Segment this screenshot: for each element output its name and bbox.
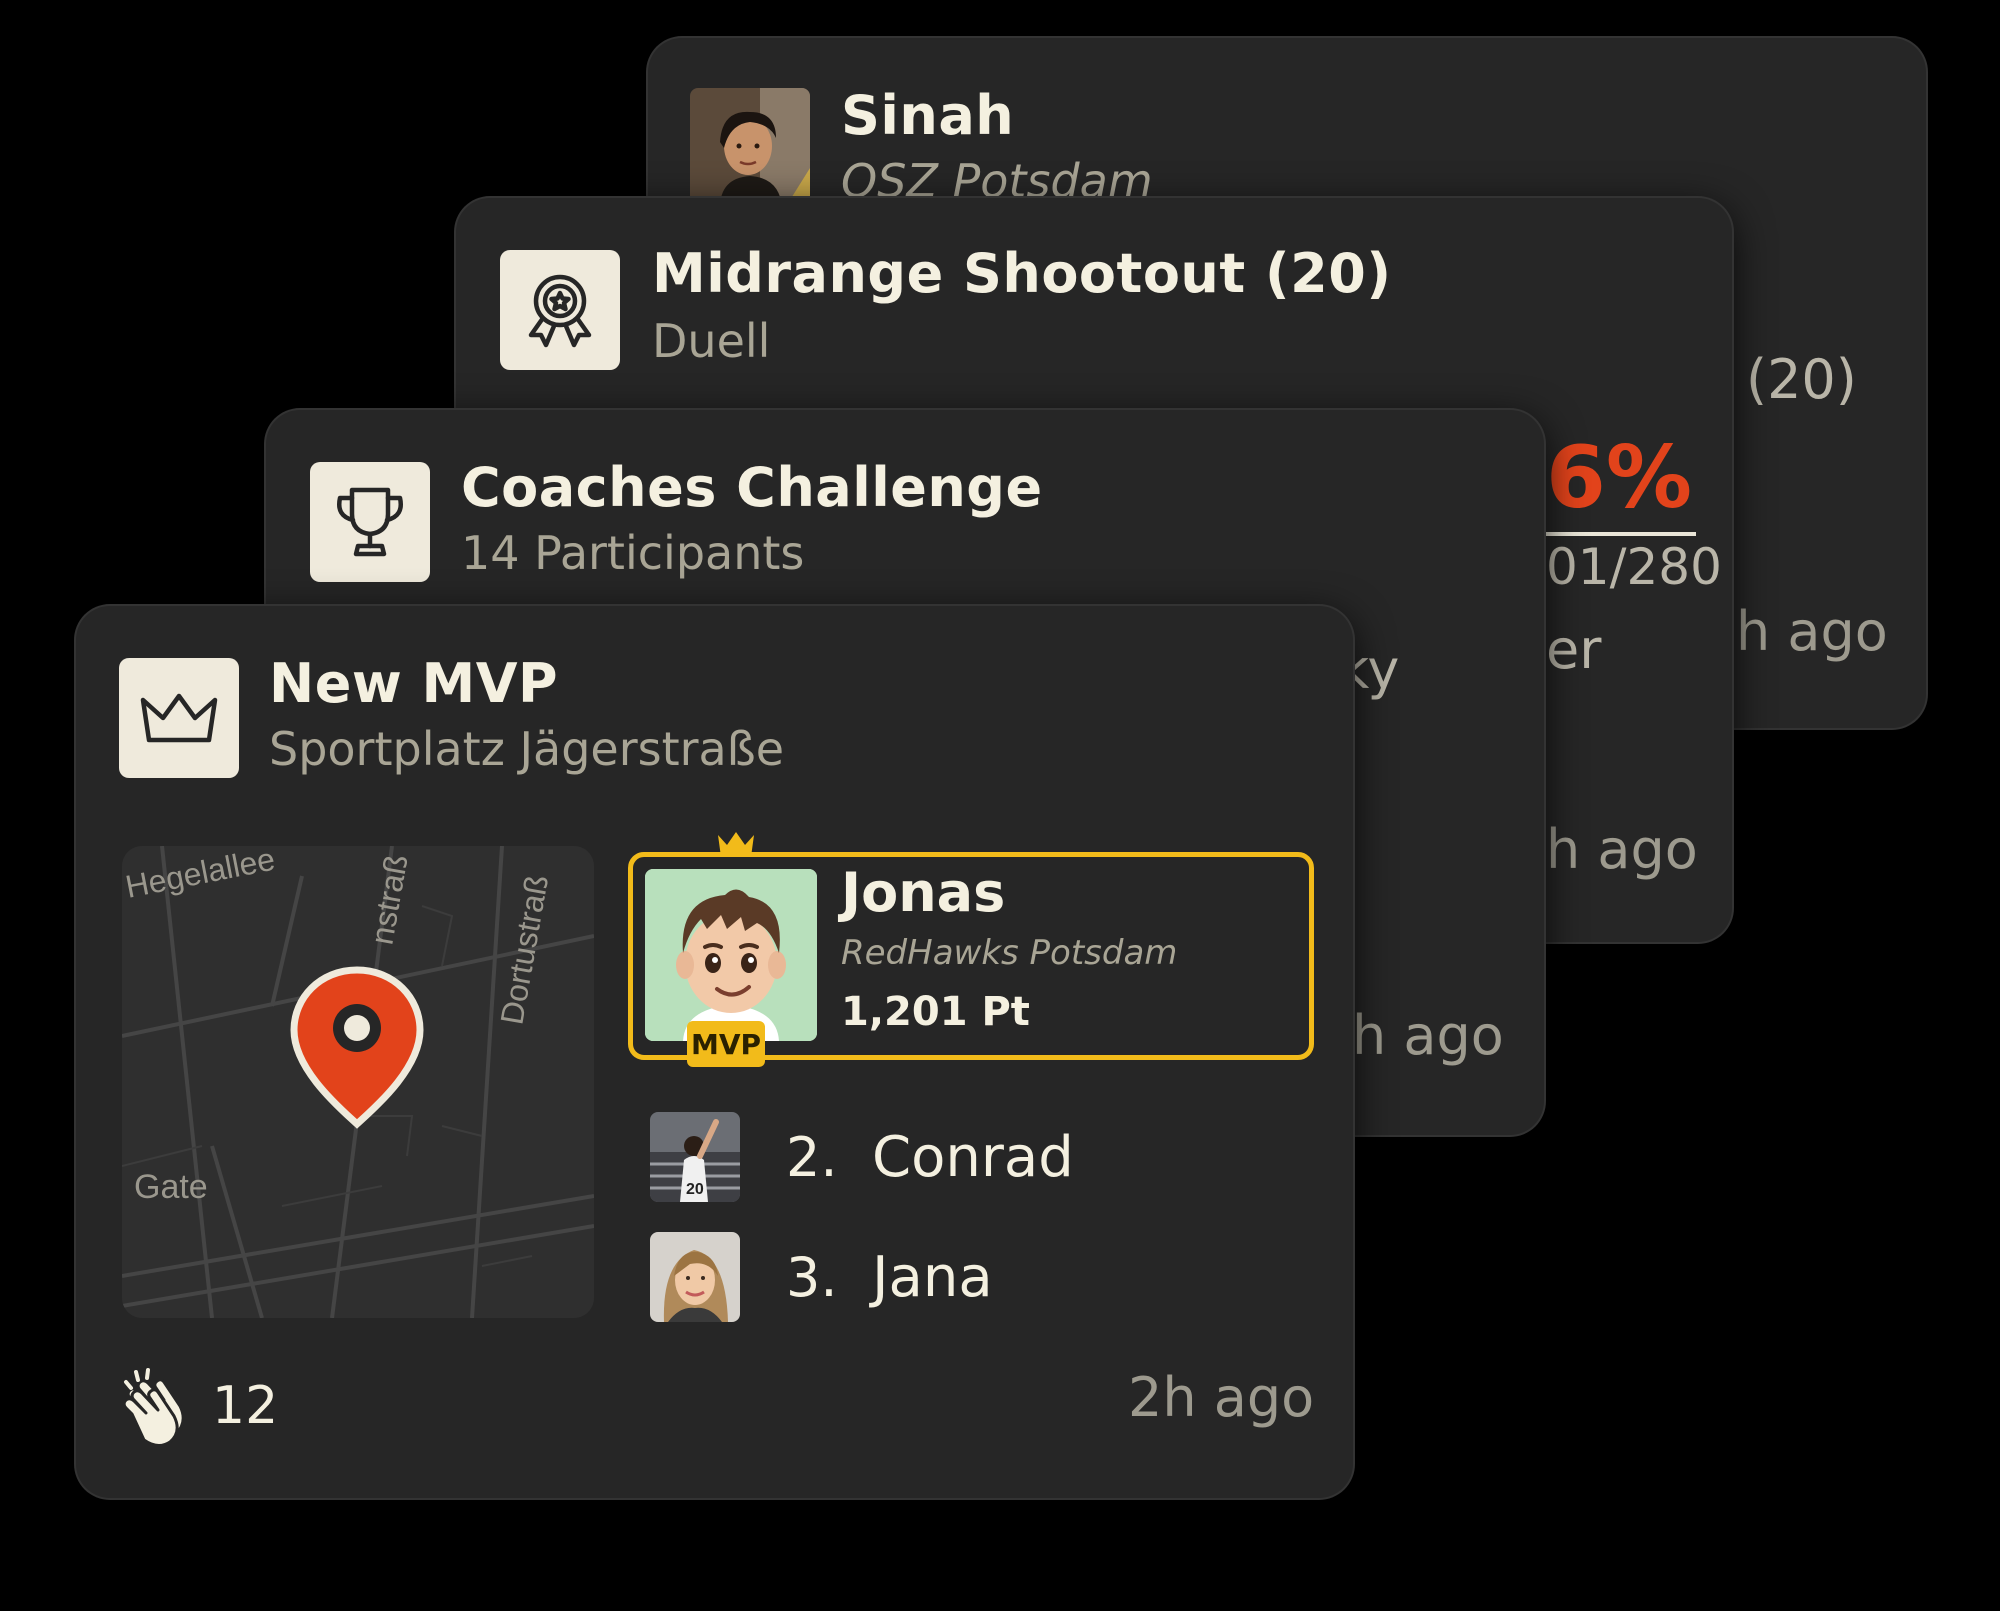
challenge-title: Coaches Challenge [461, 456, 1043, 519]
avatar: 20 [650, 1112, 740, 1202]
location-map[interactable]: Hegelallee nstraß Dortustraß Gate [122, 846, 594, 1318]
avatar [650, 1232, 740, 1322]
timestamp: h ago [1546, 818, 1698, 881]
trophy-icon [310, 462, 430, 582]
partial-text: er [1546, 618, 1602, 681]
ranking-row[interactable]: 3. Jana [650, 1232, 993, 1322]
partial-count-text: (20) [1746, 348, 1857, 411]
player-name: Sinah [841, 84, 1015, 147]
winner-team: RedHawks Potsdam [841, 933, 1178, 973]
winner-points: 1,201 Pt [841, 989, 1030, 1035]
location-name: Sportplatz Jägerstraße [269, 722, 785, 776]
player-name: Jana [872, 1244, 993, 1310]
challenge-title: Midrange Shootout (20) [652, 242, 1392, 305]
timestamp: h ago [1736, 600, 1888, 663]
timestamp: h ago [1352, 1004, 1504, 1067]
mvp-badge: MVP [687, 1021, 765, 1067]
card-title: New MVP [269, 652, 559, 715]
location-pin-icon [290, 966, 424, 1129]
mvp-crown-icon [718, 832, 754, 857]
mvp-winner-card[interactable]: MVP Jonas RedHawks Potsdam 1,201 Pt [628, 832, 1314, 1067]
winner-name: Jonas [841, 861, 1006, 924]
percent-value: 6% [1546, 428, 1693, 528]
feed-card-new-mvp[interactable]: New MVP Sportplatz Jägerstraße Hegelalle… [76, 606, 1353, 1498]
timestamp: 2h ago [1128, 1366, 1315, 1429]
award-ribbon-icon [500, 250, 620, 370]
player-name: Conrad [872, 1124, 1074, 1190]
claps-button[interactable]: 12 [118, 1366, 278, 1446]
clapping-hands-icon [122, 1368, 185, 1446]
percent-divider [1546, 532, 1696, 536]
participants-count: 14 Participants [461, 526, 805, 580]
crown-icon [119, 658, 239, 778]
player-photo-sinah [690, 88, 810, 208]
challenge-type: Duell [652, 314, 771, 368]
claps-count: 12 [212, 1376, 279, 1436]
svg-text:20: 20 [686, 1181, 704, 1198]
map-street-label: Gate [134, 1168, 208, 1206]
ranking-row[interactable]: 20 2. Conrad [650, 1112, 1074, 1202]
ratio-text: 01/280 [1546, 538, 1722, 596]
avatar [645, 869, 817, 1041]
rank-number: 2. [786, 1125, 838, 1189]
rank-number: 3. [786, 1245, 838, 1309]
